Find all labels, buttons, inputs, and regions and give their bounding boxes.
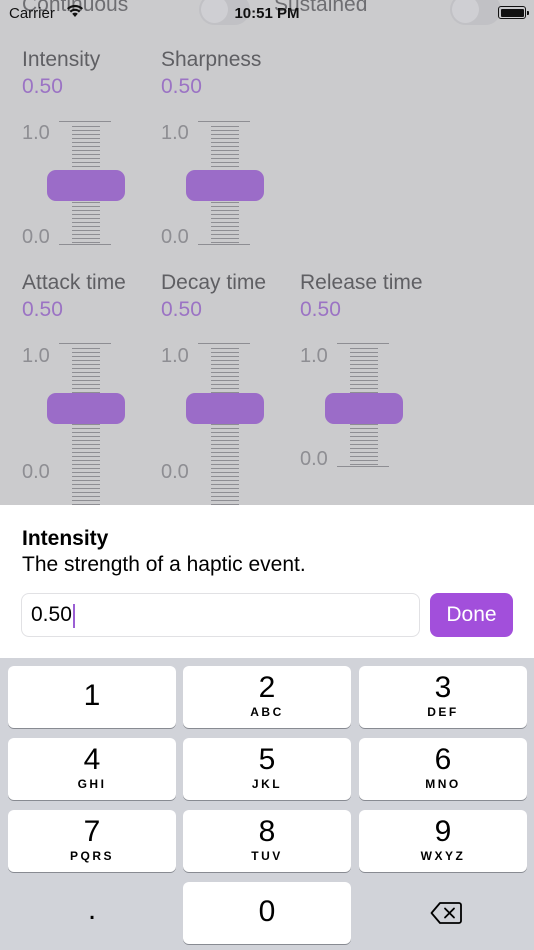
slider-track[interactable]	[211, 348, 239, 505]
scale-top-line	[198, 343, 250, 344]
key-letters: MNO	[425, 777, 461, 791]
key-letters: PQRS	[69, 849, 114, 863]
background-app: Continuous Sustained Carrier 10:51 PM In…	[0, 0, 534, 505]
key-number: 4	[83, 743, 101, 776]
key-7[interactable]: 7 PQRS	[8, 810, 176, 872]
scale-max-label: 1.0	[22, 345, 50, 367]
slider-thumb[interactable]	[47, 393, 125, 424]
battery-icon	[498, 6, 529, 19]
scale-min-label: 0.0	[22, 461, 50, 483]
scale-top-line	[198, 121, 250, 122]
key-2[interactable]: 2 ABC	[183, 666, 351, 728]
scale-max-label: 1.0	[22, 122, 50, 144]
key-9[interactable]: 9 WXYZ	[359, 810, 527, 872]
key-number: 7	[83, 815, 101, 848]
param-value: 0.50	[22, 298, 63, 321]
scale-min-label: 0.0	[161, 461, 189, 483]
scale-min-label: 0.0	[22, 226, 50, 248]
param-decay-time: Decay time 0.50 1.0 0.0	[161, 271, 301, 505]
param-name: Intensity	[22, 48, 101, 71]
value-input[interactable]	[22, 594, 419, 636]
status-bar: Carrier 10:51 PM	[0, 0, 534, 26]
slider-thumb[interactable]	[186, 393, 264, 424]
scale-min-label: 0.0	[161, 226, 189, 248]
param-name: Sharpness	[161, 48, 262, 71]
param-sharpness: Sharpness 0.50 1.0 0.0	[161, 48, 301, 248]
key-1[interactable]: 1	[8, 666, 176, 728]
key-decimal[interactable]: .	[8, 882, 176, 944]
scale-bottom-line	[198, 244, 250, 245]
key-number: 6	[434, 743, 452, 776]
key-letters: TUV	[251, 849, 283, 863]
key-number: 9	[434, 815, 452, 848]
key-3[interactable]: 3 DEF	[359, 666, 527, 728]
param-attack-time: Attack time 0.50 1.0 0.0	[22, 271, 162, 505]
key-4[interactable]: 4 GHI	[8, 738, 176, 800]
sheet-description: The strength of a haptic event.	[22, 553, 306, 576]
key-8[interactable]: 8 TUV	[183, 810, 351, 872]
scale-bottom-line	[59, 244, 111, 245]
key-6[interactable]: 6 MNO	[359, 738, 527, 800]
scale-min-label: 0.0	[300, 448, 328, 470]
key-number: 3	[434, 671, 452, 704]
done-button[interactable]: Done	[430, 593, 513, 637]
key-letters: ABC	[250, 705, 284, 719]
param-value: 0.50	[22, 75, 63, 98]
key-number: 1	[83, 679, 101, 712]
key-number: 8	[258, 815, 276, 848]
scale-top-line	[59, 121, 111, 122]
key-number: 0	[258, 895, 276, 928]
slider-thumb[interactable]	[325, 393, 403, 424]
param-intensity: Intensity 0.50 1.0 0.0	[22, 48, 162, 248]
key-letters: WXYZ	[420, 849, 466, 863]
param-value: 0.50	[161, 298, 202, 321]
scale-top-line	[337, 343, 389, 344]
key-letters: GHI	[77, 777, 107, 791]
number-keypad: 1 2 ABC 3 DEF 4 GHI 5 JKL 6 MNO 7 PQRS 8…	[0, 658, 534, 950]
param-name: Decay time	[161, 271, 267, 294]
param-name: Attack time	[22, 271, 126, 294]
value-field[interactable]	[21, 593, 420, 637]
scale-max-label: 1.0	[161, 122, 189, 144]
param-release-time: Release time 0.50 1.0 0.0	[300, 271, 440, 470]
key-5[interactable]: 5 JKL	[183, 738, 351, 800]
key-letters: DEF	[427, 705, 459, 719]
scale-bottom-line	[337, 466, 389, 467]
param-value: 0.50	[300, 298, 341, 321]
slider-thumb[interactable]	[186, 170, 264, 201]
input-sheet: Intensity The strength of a haptic event…	[0, 505, 534, 658]
status-time: 10:51 PM	[234, 5, 300, 22]
param-name: Release time	[300, 271, 423, 294]
param-value: 0.50	[161, 75, 202, 98]
scale-top-line	[59, 343, 111, 344]
scale-max-label: 1.0	[161, 345, 189, 367]
backspace-icon[interactable]	[430, 901, 462, 925]
sheet-title: Intensity	[22, 527, 109, 550]
key-number: .	[87, 893, 97, 926]
slider-thumb[interactable]	[47, 170, 125, 201]
key-letters: JKL	[251, 777, 283, 791]
scale-max-label: 1.0	[300, 345, 328, 367]
slider-track[interactable]	[72, 348, 100, 505]
text-caret	[73, 604, 75, 628]
key-number: 2	[258, 671, 276, 704]
key-0[interactable]: 0	[183, 882, 351, 944]
key-number: 5	[258, 743, 276, 776]
